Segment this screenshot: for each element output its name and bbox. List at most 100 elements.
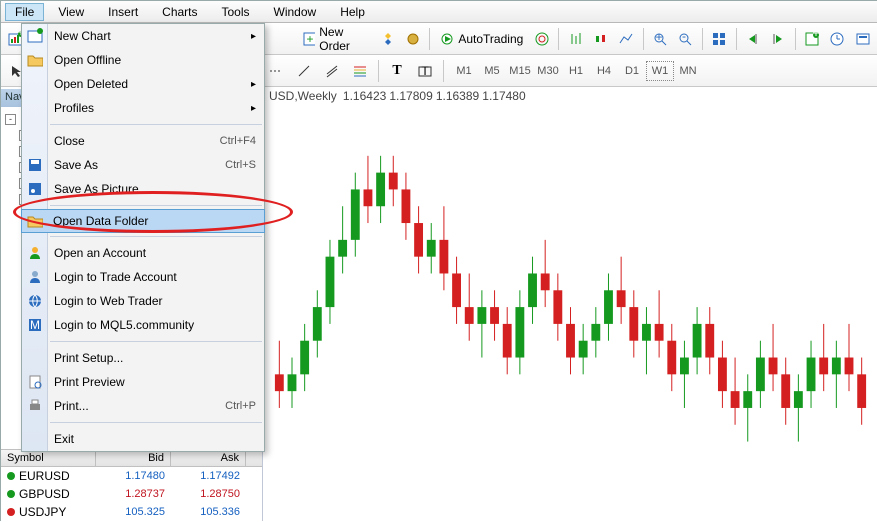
svg-text:-: - bbox=[682, 31, 686, 43]
menu-item-save-as-picture[interactable]: Save As Picture... bbox=[22, 177, 264, 201]
blank-icon bbox=[26, 99, 44, 117]
tile-windows-button[interactable] bbox=[709, 27, 730, 51]
order-icon: + bbox=[303, 32, 315, 46]
submenu-arrow-icon: ▸ bbox=[251, 79, 256, 90]
menu-item-shortcut: Ctrl+S bbox=[225, 159, 256, 171]
menu-item-label: Open an Account bbox=[54, 246, 146, 260]
horizontal-line-button[interactable] bbox=[264, 59, 288, 83]
save-picture-icon bbox=[26, 180, 44, 198]
timeframe-m1[interactable]: M1 bbox=[450, 61, 478, 81]
menu-item-login-to-mql5-community[interactable]: M Login to MQL5.community bbox=[22, 313, 264, 337]
folder-icon bbox=[26, 212, 44, 230]
webtrader-icon bbox=[26, 292, 44, 310]
blank-icon bbox=[26, 132, 44, 150]
svg-text:T: T bbox=[421, 64, 429, 78]
trendline-button[interactable] bbox=[292, 59, 316, 83]
direction-icon bbox=[7, 490, 15, 498]
direction-icon bbox=[7, 472, 15, 480]
bar-chart-button[interactable] bbox=[565, 27, 586, 51]
menu-item-login-to-trade-account[interactable]: Login to Trade Account bbox=[22, 265, 264, 289]
menu-item-label: Login to Trade Account bbox=[54, 270, 177, 284]
periodicity-button[interactable] bbox=[827, 27, 848, 51]
new-order-button[interactable]: + New Order bbox=[299, 25, 373, 53]
print-preview-icon bbox=[26, 373, 44, 391]
menu-item-profiles[interactable]: Profiles ▸ bbox=[22, 96, 264, 120]
timeframe-h1[interactable]: H1 bbox=[562, 61, 590, 81]
menu-item-print-preview[interactable]: Print Preview bbox=[22, 370, 264, 394]
options-button[interactable] bbox=[402, 27, 423, 51]
menu-item-label: Save As bbox=[54, 158, 98, 172]
timeframe-m30[interactable]: M30 bbox=[534, 61, 562, 81]
menu-item-close[interactable]: CloseCtrl+F4 bbox=[22, 129, 264, 153]
menu-help[interactable]: Help bbox=[330, 3, 375, 21]
menu-item-label: Open Deleted bbox=[54, 77, 128, 91]
new-chart-icon bbox=[26, 27, 44, 45]
submenu-arrow-icon: ▸ bbox=[251, 103, 256, 114]
timeframe-h4[interactable]: H4 bbox=[590, 61, 618, 81]
channel-button[interactable] bbox=[320, 59, 344, 83]
menu-item-open-offline[interactable]: Open Offline bbox=[22, 48, 264, 72]
timeframe-d1[interactable]: D1 bbox=[618, 61, 646, 81]
menu-item-print-setup[interactable]: Print Setup... bbox=[22, 346, 264, 370]
menu-item-label: Login to MQL5.community bbox=[54, 318, 194, 332]
fibonacci-button[interactable] bbox=[348, 59, 372, 83]
mw-col-symbol[interactable]: Symbol bbox=[1, 450, 96, 466]
menu-item-label: Save As Picture... bbox=[54, 182, 149, 196]
menu-item-save-as[interactable]: Save As Ctrl+S bbox=[22, 153, 264, 177]
zoom-in-button[interactable]: + bbox=[650, 27, 671, 51]
menu-item-open-an-account[interactable]: Open an Account bbox=[22, 241, 264, 265]
print-icon bbox=[26, 397, 44, 415]
open-offline-icon bbox=[26, 51, 44, 69]
autotrading-icon bbox=[440, 32, 454, 46]
timeframe-m5[interactable]: M5 bbox=[478, 61, 506, 81]
chart-area[interactable]: USD,Weekly 1.16423 1.17809 1.16389 1.174… bbox=[263, 89, 877, 521]
text-label-button[interactable]: T bbox=[413, 59, 437, 83]
autotrading-label: AutoTrading bbox=[458, 32, 523, 46]
login-icon bbox=[26, 268, 44, 286]
menu-item-label: New Chart bbox=[54, 29, 111, 43]
menu-insert[interactable]: Insert bbox=[98, 3, 148, 21]
menu-item-new-chart[interactable]: New Chart ▸ bbox=[22, 24, 264, 48]
menu-item-print[interactable]: Print...Ctrl+P bbox=[22, 394, 264, 418]
menu-charts[interactable]: Charts bbox=[152, 3, 207, 21]
menu-file[interactable]: File bbox=[5, 3, 44, 21]
account-icon bbox=[26, 244, 44, 262]
menu-item-exit[interactable]: Exit bbox=[22, 427, 264, 451]
blank-icon bbox=[26, 430, 44, 448]
blank-icon bbox=[26, 349, 44, 367]
menu-item-label: Profiles bbox=[54, 101, 94, 115]
save-icon bbox=[26, 156, 44, 174]
mql5-icon: M bbox=[26, 316, 44, 334]
shift-button[interactable] bbox=[743, 27, 764, 51]
svg-text:+: + bbox=[656, 31, 663, 44]
menu-item-login-to-web-trader[interactable]: Login to Web Trader bbox=[22, 289, 264, 313]
menu-item-label: Open Data Folder bbox=[53, 214, 148, 228]
line-chart-button[interactable] bbox=[616, 27, 637, 51]
text-button[interactable]: T bbox=[385, 59, 409, 83]
new-order-label: New Order bbox=[319, 25, 369, 53]
menu-item-label: Open Offline bbox=[54, 53, 121, 67]
submenu-arrow-icon: ▸ bbox=[251, 31, 256, 42]
mw-row[interactable]: USDJPY105.325105.336 bbox=[1, 503, 262, 521]
menu-view[interactable]: View bbox=[48, 3, 94, 21]
menu-tools[interactable]: Tools bbox=[212, 3, 260, 21]
autoscroll-button[interactable] bbox=[768, 27, 789, 51]
menu-item-open-deleted[interactable]: Open Deleted ▸ bbox=[22, 72, 264, 96]
menu-item-open-data-folder[interactable]: Open Data Folder bbox=[21, 209, 265, 233]
mw-col-ask[interactable]: Ask bbox=[171, 450, 246, 466]
timeframe-w1[interactable]: W1 bbox=[646, 61, 674, 81]
templates-button[interactable] bbox=[852, 27, 873, 51]
timeframe-m15[interactable]: M15 bbox=[506, 61, 534, 81]
indicators-button[interactable]: + bbox=[802, 27, 823, 51]
timeframe-mn[interactable]: MN bbox=[674, 61, 702, 81]
autotrading-button[interactable]: AutoTrading bbox=[436, 32, 527, 46]
menu-window[interactable]: Window bbox=[264, 3, 327, 21]
meta-button[interactable] bbox=[377, 27, 398, 51]
mw-row[interactable]: EURUSD1.174801.17492 bbox=[1, 467, 262, 485]
mw-row[interactable]: GBPUSD1.287371.28750 bbox=[1, 485, 262, 503]
signals-button[interactable] bbox=[531, 27, 552, 51]
menu-item-label: Print Setup... bbox=[54, 351, 123, 365]
zoom-out-button[interactable]: - bbox=[675, 27, 696, 51]
mw-col-bid[interactable]: Bid bbox=[96, 450, 171, 466]
candle-chart-button[interactable] bbox=[590, 27, 611, 51]
